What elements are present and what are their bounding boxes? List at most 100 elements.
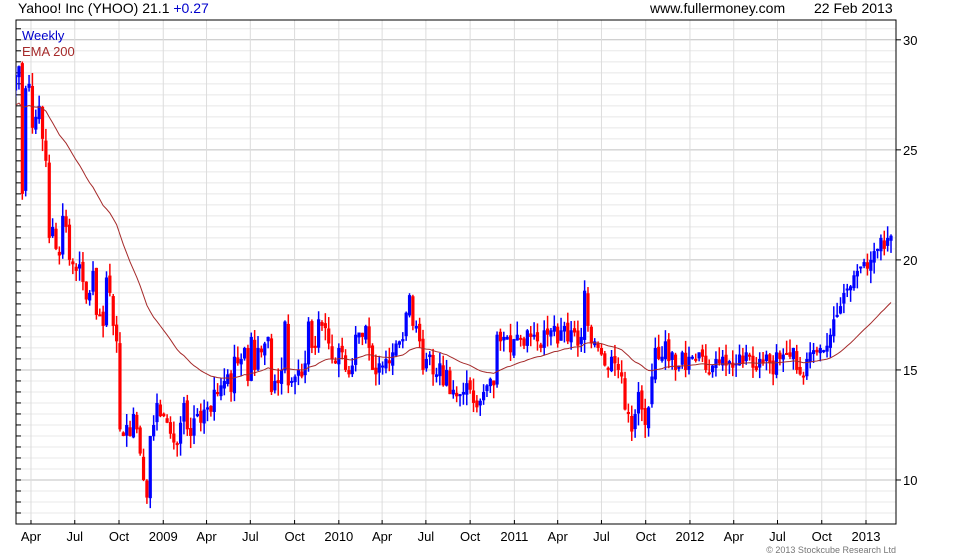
candle-body <box>333 360 338 364</box>
candle-body <box>438 363 442 377</box>
candle-body <box>795 351 799 370</box>
candle-body <box>94 267 98 315</box>
candle-body <box>529 333 533 337</box>
candle-body <box>468 380 472 390</box>
candle-body <box>391 352 395 366</box>
candle-body <box>340 345 344 353</box>
candle-body <box>613 356 617 364</box>
candle-body <box>266 336 270 342</box>
candle-body <box>4 62 7 94</box>
candle-body <box>104 277 109 326</box>
y-tick-label: 15 <box>903 363 917 378</box>
candle-body <box>532 334 536 337</box>
candle-body <box>407 295 412 316</box>
candle-body <box>296 369 301 376</box>
candle-body <box>596 343 600 348</box>
candle-body <box>88 292 92 301</box>
candle-body <box>404 312 408 337</box>
candle-body <box>586 293 590 326</box>
candle-body <box>569 330 573 343</box>
chart-window: Yahoo! Inc (YHOO) 21.1 +0.27 www.fullerm… <box>0 0 980 560</box>
candle-body <box>222 380 226 389</box>
candle-body <box>576 330 580 346</box>
candle-body <box>229 373 233 392</box>
candle-body <box>212 389 216 412</box>
candle-body <box>313 345 317 348</box>
candle-body <box>216 392 220 395</box>
candle-body <box>337 347 341 365</box>
candle-body <box>747 354 752 357</box>
candle-body <box>643 408 647 425</box>
candle-body <box>455 392 459 397</box>
candle-body <box>670 352 674 360</box>
candle-body <box>138 427 142 454</box>
candle-body <box>778 352 782 359</box>
candle-body <box>579 336 583 345</box>
x-tick-label: Oct <box>284 529 305 544</box>
candle-body <box>572 328 577 333</box>
candle-body <box>886 237 890 246</box>
candle-body <box>825 345 829 352</box>
candle-body <box>653 347 657 380</box>
candle-body <box>11 73 14 88</box>
candle-body <box>815 349 819 353</box>
candle-body <box>700 349 705 357</box>
candle-body <box>717 359 721 364</box>
candle-body <box>448 370 452 395</box>
candle-body <box>849 286 853 291</box>
candle-body <box>118 343 122 430</box>
candle-body <box>283 321 287 371</box>
candle-body <box>155 402 159 423</box>
candle-body <box>539 344 543 348</box>
candle-body <box>556 326 560 344</box>
candle-body <box>845 288 849 291</box>
candle-body <box>805 358 809 377</box>
candle-body <box>27 83 31 88</box>
candle-body <box>808 352 812 362</box>
candle-body <box>444 369 449 386</box>
candle-body <box>640 390 644 410</box>
candle-body <box>158 404 162 417</box>
candle-body <box>67 224 72 260</box>
candle-body <box>115 324 119 342</box>
candle-body <box>515 334 519 341</box>
candle-body <box>330 346 334 359</box>
candle-body <box>246 348 250 381</box>
candle-body <box>428 354 432 358</box>
candle-body <box>764 354 769 362</box>
candle-body <box>323 323 327 329</box>
candle-body <box>414 325 418 329</box>
candle-body <box>694 358 698 361</box>
y-tick-label: 25 <box>903 143 917 158</box>
candle-body <box>195 413 200 417</box>
candle-body <box>7 60 10 73</box>
candle-body <box>488 378 492 387</box>
candle-body <box>189 428 193 436</box>
candle-body <box>879 237 883 252</box>
candle-body <box>451 389 455 395</box>
candle-body <box>20 63 24 194</box>
candle-body <box>357 332 361 338</box>
candle-body <box>306 321 311 365</box>
candle-body <box>320 322 324 326</box>
candle-body <box>253 339 257 370</box>
candle-body <box>121 432 125 436</box>
candle-body <box>310 321 314 348</box>
candle-body <box>495 334 499 385</box>
legend-weekly: Weekly <box>22 28 65 43</box>
candle-body <box>263 343 267 356</box>
candle-body <box>542 330 546 348</box>
x-tick-label: Jul <box>593 529 610 544</box>
candle-body <box>276 380 280 384</box>
candle-body <box>232 356 237 394</box>
candle-body <box>128 427 132 436</box>
candle-body <box>34 116 38 130</box>
candle-body <box>424 358 428 369</box>
candle-body <box>374 367 378 375</box>
candle-body <box>199 410 203 423</box>
candle-body <box>875 248 880 251</box>
candle-body <box>77 264 82 269</box>
x-tick-label: Oct <box>812 529 833 544</box>
candle-body <box>583 290 587 340</box>
candle-body <box>91 270 95 292</box>
